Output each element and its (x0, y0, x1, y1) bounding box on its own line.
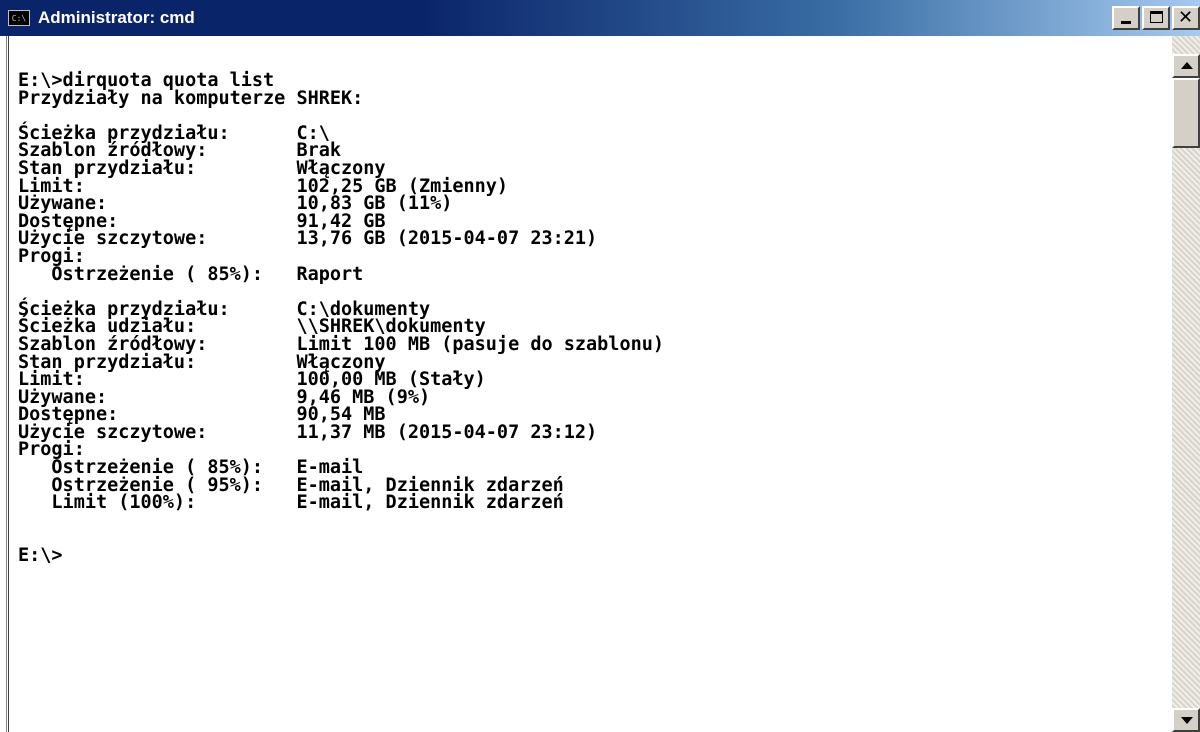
console-line: Stan przydziału: Włączony (18, 157, 386, 179)
console-line: Użycie szczytowe: 13,76 GB (2015-04-07 2… (18, 228, 598, 250)
title-bar[interactable]: C:\ Administrator: cmd ✕ (0, 0, 1200, 36)
minimize-icon (1121, 21, 1131, 24)
window-border (6, 36, 9, 732)
scroll-thumb[interactable] (1172, 78, 1200, 148)
maximize-icon (1150, 11, 1163, 23)
console-line: Limit (100%): E-mail, Dziennik zdarzeń (18, 492, 564, 514)
vertical-scrollbar[interactable] (1172, 36, 1200, 732)
console-line: Szablon źródłowy: Limit 100 MB (pasuje d… (18, 333, 665, 355)
cmd-window: C:\ Administrator: cmd ✕ E:\>dirquota qu… (0, 0, 1200, 732)
window-controls: ✕ (1112, 6, 1200, 30)
console-icon[interactable]: C:\ (8, 10, 30, 26)
scroll-down-button[interactable] (1172, 708, 1200, 732)
maximize-button[interactable] (1142, 6, 1170, 30)
scroll-up-button[interactable] (1172, 54, 1200, 78)
close-icon: ✕ (1178, 7, 1194, 28)
arrow-up-icon (1181, 62, 1193, 69)
window-title: Administrator: cmd (38, 8, 195, 27)
console-line: Ostrzeżenie ( 85%): Raport (18, 263, 364, 285)
console-line: E:\> (18, 545, 63, 567)
console-area[interactable]: E:\>dirquota quota list Przydziały na kom… (12, 36, 1172, 732)
console-line: Przydziały na komputerze SHREK: (18, 87, 364, 109)
console-output[interactable]: E:\>dirquota quota list Przydziały na kom… (18, 70, 665, 567)
close-button[interactable]: ✕ (1172, 6, 1200, 30)
arrow-down-icon (1181, 717, 1193, 724)
minimize-button[interactable] (1112, 6, 1140, 30)
console-line: Użycie szczytowe: 11,37 MB (2015-04-07 2… (18, 421, 598, 443)
console-line: E:\>dirquota quota list (18, 70, 275, 91)
console-line: Progi: (18, 245, 85, 267)
